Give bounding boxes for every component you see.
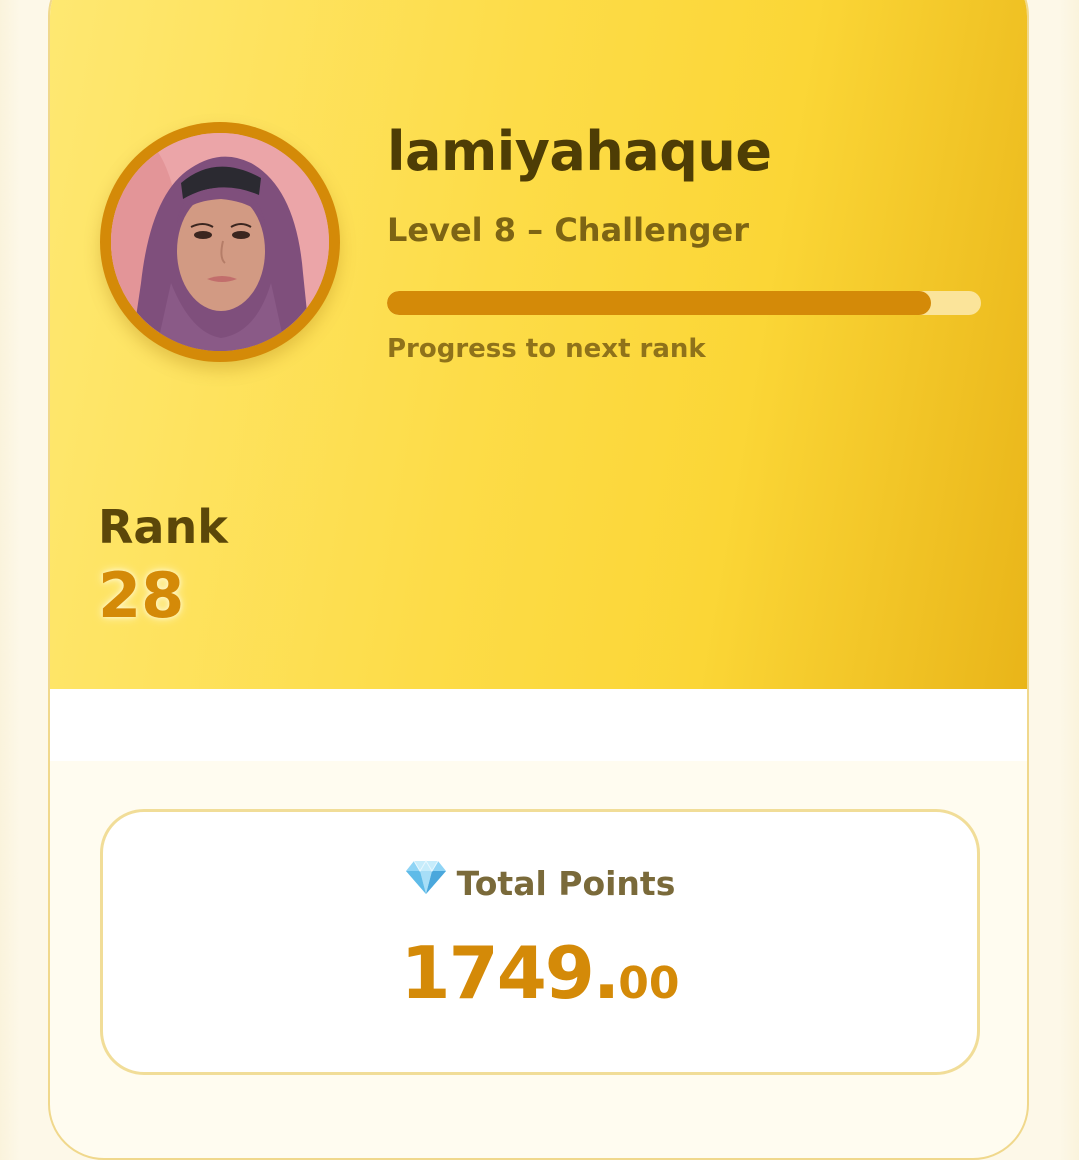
gem-icon: [405, 859, 447, 906]
points-decimal: 00: [618, 958, 680, 1009]
points-integer: 1749.: [400, 931, 621, 1015]
avatar-photo: [111, 133, 329, 351]
total-points-label: Total Points: [456, 864, 676, 903]
total-points-card: Total Points 1749.00: [100, 809, 980, 1075]
progress-caption: Progress to next rank: [387, 334, 706, 364]
section-divider: [50, 689, 1027, 761]
profile-card: lamiyahaque Level 8 – Challenger Progres…: [48, 0, 1029, 1160]
profile-hero: lamiyahaque Level 8 – Challenger Progres…: [50, 0, 1027, 689]
rank-progress-bar: [387, 291, 981, 315]
total-points-value: 1749.00: [103, 928, 977, 1029]
rank-label: Rank: [98, 500, 228, 554]
rank-value: 28: [98, 559, 185, 632]
level-label: Level 8 – Challenger: [387, 211, 749, 249]
avatar: [100, 122, 340, 362]
username: lamiyahaque: [387, 120, 772, 183]
rank-progress-fill: [387, 291, 931, 315]
total-points-title: Total Points: [103, 859, 977, 906]
